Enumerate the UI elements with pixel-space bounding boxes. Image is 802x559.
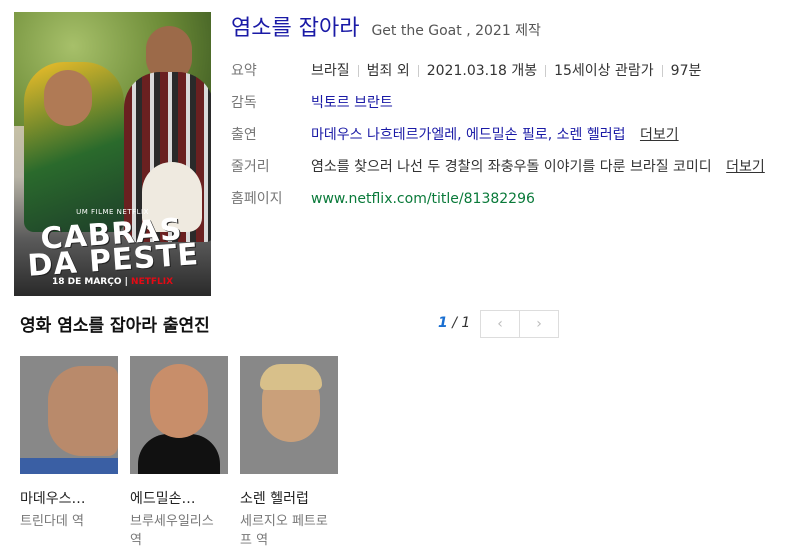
cast-role: 트린다데 역 [20, 514, 84, 529]
homepage-link[interactable]: www.netflix.com/title/81382296 [311, 191, 535, 207]
poster-date: 18 DE MARÇO [51, 277, 122, 287]
cast-name[interactable]: 소렌 헬러럽 [240, 488, 338, 508]
poster-figure-head [44, 70, 92, 126]
prev-page-button[interactable]: ‹ [480, 310, 520, 338]
next-page-button[interactable]: › [519, 310, 559, 338]
pagination-indicator: 1 / 1 [438, 315, 470, 331]
director-link[interactable]: 빅토르 브란트 [311, 95, 393, 111]
summary-value: 브라질 범죄 외 2021.03.18 개봉 15세이상 관람가 97분 [311, 60, 801, 82]
poster-brand: NETFLIX [131, 277, 174, 287]
homepage-label: 홈페이지 [231, 191, 283, 207]
cast-more-link[interactable]: 더보기 [640, 127, 679, 143]
homepage-row: 홈페이지 www.netflix.com/title/81382296 [231, 188, 801, 210]
page-current: 1 [438, 315, 448, 331]
cast-name[interactable]: 마데우스… [20, 488, 118, 508]
cast-card[interactable]: 에드밀손… 브루세우일리스 역 [130, 356, 228, 550]
cast-label: 출연 [231, 127, 257, 143]
movie-title[interactable]: 염소를 잡아라 [231, 10, 359, 42]
person-face [150, 364, 208, 438]
poster-title: CABRAS DA PESTE [26, 212, 201, 284]
plot-text: 염소를 찾으러 나선 두 경찰의 좌충우돌 이야기를 다룬 브라질 코미디 [311, 159, 712, 175]
summary-row: 요약 브라질 범죄 외 2021.03.18 개봉 15세이상 관람가 97분 [231, 60, 801, 82]
summary-release: 2021.03.18 개봉 [426, 63, 538, 79]
page-total: 1 [461, 315, 471, 331]
cast-photo[interactable] [20, 356, 118, 474]
person-face [48, 366, 118, 456]
summary-runtime: 97분 [670, 63, 702, 79]
plot-more-link[interactable]: 더보기 [726, 159, 765, 175]
chevron-right-icon: › [536, 316, 542, 332]
poster-footer: 18 DE MARÇO | NETFLIX [51, 277, 174, 287]
plot-label: 줄거리 [231, 159, 270, 175]
cast-card[interactable]: 마데우스… 트린다데 역 [20, 356, 118, 531]
plot-row: 줄거리 염소를 찾으러 나선 두 경찰의 좌충우돌 이야기를 다룬 브라질 코미… [231, 156, 801, 178]
summary-rating: 15세이상 관람가 [554, 63, 654, 79]
summary-genre: 범죄 외 [366, 63, 410, 79]
divider [661, 65, 663, 77]
summary-country: 브라질 [311, 63, 350, 79]
divider [545, 65, 547, 77]
summary-label: 요약 [231, 63, 257, 79]
movie-info: 요약 브라질 범죄 외 2021.03.18 개봉 15세이상 관람가 97분 감독 빅… [231, 60, 801, 220]
cast-section-heading: 영화 염소를 잡아라 출연진 [20, 316, 210, 336]
cast-photo[interactable] [240, 356, 338, 474]
director-label: 감독 [231, 95, 257, 111]
cast-row: 출연 마데우스 나흐테르가엘레, 에드밀손 필로, 소렌 헬러럽 더보기 [231, 124, 801, 146]
divider [417, 65, 419, 77]
cast-links[interactable]: 마데우스 나흐테르가엘레, 에드밀손 필로, 소렌 헬러럽 [311, 127, 626, 143]
cast-role: 브루세우일리스 역 [130, 514, 214, 548]
person-body [138, 434, 220, 474]
cast-photo[interactable] [130, 356, 228, 474]
cast-role: 세르지오 페트로프 역 [240, 514, 328, 548]
director-row: 감독 빅토르 브란트 [231, 92, 801, 114]
chevron-left-icon: ‹ [497, 316, 503, 332]
movie-poster[interactable]: UM FILME NETFLIX CABRAS DA PESTE 18 DE M… [14, 12, 211, 296]
cast-name[interactable]: 에드밀손… [130, 488, 228, 508]
photo-detail [20, 458, 118, 474]
person-hair [260, 364, 322, 390]
poster-small-text: UM FILME NETFLIX [76, 208, 149, 216]
title-row: 염소를 잡아라 Get the Goat , 2021 제작 [231, 10, 541, 42]
divider [357, 65, 359, 77]
cast-card[interactable]: 소렌 헬러럽 세르지오 페트로프 역 [240, 356, 338, 550]
original-title: Get the Goat , 2021 제작 [371, 23, 541, 39]
page-separator: / [452, 315, 457, 331]
